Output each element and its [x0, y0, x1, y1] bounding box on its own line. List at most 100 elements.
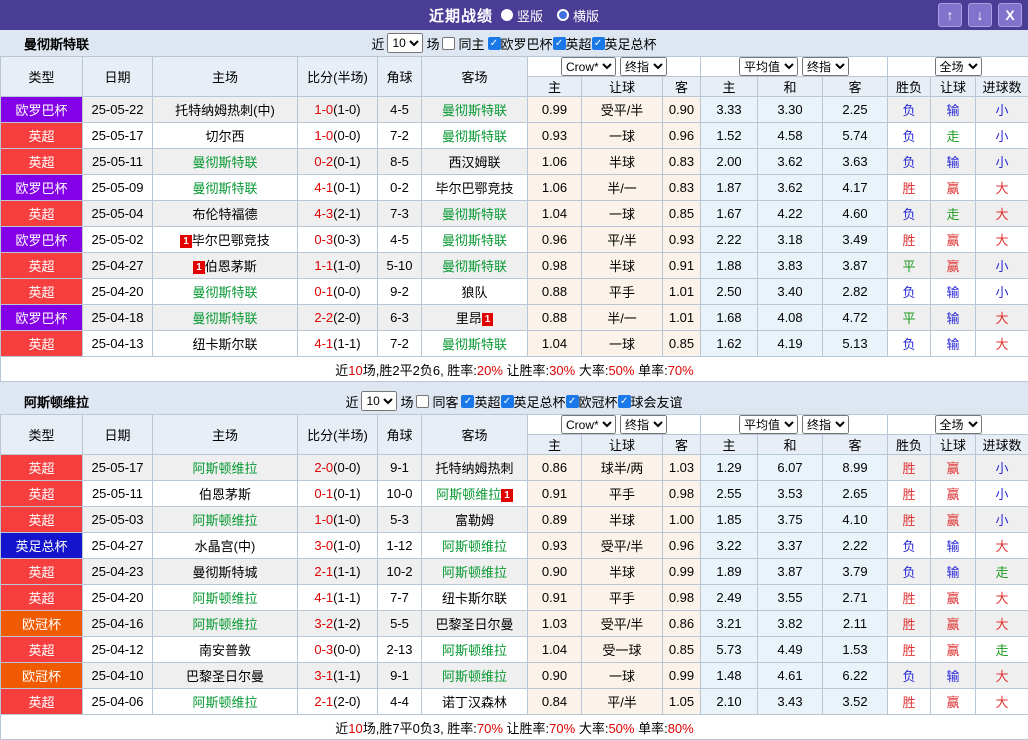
euro-odds-0: 2.49 — [701, 585, 758, 611]
match-date: 25-04-23 — [83, 559, 153, 585]
full-match-select[interactable]: 全场 — [935, 415, 982, 434]
final-odds-select-1[interactable]: 终指 — [620, 57, 667, 76]
odds-source-select[interactable]: Crow* — [561, 415, 616, 434]
handicap-odds-2: 0.83 — [663, 149, 701, 175]
summary-segment: 大率: — [575, 721, 608, 736]
result-1: 输 — [931, 559, 976, 585]
match-date: 25-04-16 — [83, 611, 153, 637]
handicap-odds-1: 球半/两 — [582, 455, 663, 481]
score-cell: 3-2(1-2) — [298, 611, 378, 637]
final-odds-select-2[interactable]: 终指 — [802, 57, 849, 76]
fulltime-score: 3-2 — [314, 616, 333, 631]
avg-odds-select[interactable]: 平均值 — [739, 415, 798, 434]
score-cell: 1-1(1-0) — [298, 253, 378, 279]
league-checkbox[interactable]: ✓ — [461, 395, 474, 408]
result-0: 平 — [888, 253, 931, 279]
league-checkbox[interactable]: ✓ — [566, 395, 579, 408]
euro-odds-1: 3.55 — [758, 585, 823, 611]
corner-count: 4-5 — [378, 227, 422, 253]
team-cell: 巴黎圣日尔曼 — [422, 611, 528, 637]
final-odds-select-2[interactable]: 终指 — [802, 415, 849, 434]
match-count-select[interactable]: 10 — [361, 391, 397, 411]
summary-segment: 50% — [608, 363, 634, 378]
scroll-up-button[interactable]: ↑ — [938, 3, 962, 27]
close-button[interactable]: X — [998, 3, 1022, 27]
page-title: 近期战绩 — [429, 5, 493, 26]
final-odds-select-1[interactable]: 终指 — [620, 415, 667, 434]
corner-count: 10-0 — [378, 481, 422, 507]
results-table: 类型日期主场比分(半场)角球客场Crow*终指平均值终指全场主让球客主和客胜负让… — [0, 56, 1028, 382]
radio-horizontal-label: 横版 — [573, 6, 599, 25]
same-venue-checkbox[interactable] — [416, 395, 429, 408]
euro-odds-2: 4.72 — [823, 305, 888, 331]
score-cell: 0-1(0-0) — [298, 279, 378, 305]
result-2: 小 — [976, 279, 1028, 305]
near-label: 近 — [371, 34, 384, 53]
handicap-odds-2: 0.85 — [663, 331, 701, 357]
results-table: 类型日期主场比分(半场)角球客场Crow*终指平均值终指全场主让球客主和客胜负让… — [0, 414, 1028, 740]
euro-odds-1: 3.30 — [758, 97, 823, 123]
result-1: 赢 — [931, 689, 976, 715]
handicap-odds-2: 0.86 — [663, 611, 701, 637]
team-cell: 曼彻斯特联 — [422, 123, 528, 149]
league-badge: 英超 — [1, 559, 83, 585]
radio-unselected-icon — [557, 9, 569, 21]
result-1: 走 — [931, 201, 976, 227]
league-badge: 英超 — [1, 253, 83, 279]
header-row-top: 类型日期主场比分(半场)角球客场Crow*终指平均值终指全场 — [1, 57, 1028, 77]
euro-odds-2: 8.99 — [823, 455, 888, 481]
team-cell: 1伯恩茅斯 — [153, 253, 298, 279]
team-cell: 阿斯顿维拉 — [153, 455, 298, 481]
team-label: 曼彻斯特联 — [192, 155, 257, 170]
corner-count: 2-13 — [378, 637, 422, 663]
league-badge: 英超 — [1, 585, 83, 611]
summary-segment: 10 — [348, 363, 362, 378]
sub-header-2: 客 — [663, 77, 701, 97]
full-match-select[interactable]: 全场 — [935, 57, 982, 76]
column-header-5: 客场 — [422, 415, 528, 455]
same-venue-label: 同主 — [458, 34, 484, 53]
result-2: 大 — [976, 663, 1028, 689]
league-checkbox[interactable]: ✓ — [618, 395, 631, 408]
summary-text: 近10场,胜2平2负6, 胜率:20% 让胜率:30% 大率:50% 单率:70… — [1, 357, 1028, 382]
score-cell: 0-3(0-3) — [298, 227, 378, 253]
summary-segment: 让胜率: — [503, 363, 549, 378]
fulltime-score: 1-0 — [314, 102, 333, 117]
scroll-down-button[interactable]: ↓ — [968, 3, 992, 27]
league-checkbox[interactable]: ✓ — [553, 37, 566, 50]
league-checkbox-label: 英超 — [566, 34, 592, 53]
league-badge: 英超 — [1, 331, 83, 357]
odds-source-select[interactable]: Crow* — [561, 57, 616, 76]
halftime-score: (0-0) — [333, 128, 360, 143]
result-1: 输 — [931, 279, 976, 305]
team-cell: 水晶宫(中) — [153, 533, 298, 559]
handicap-odds-1: 半球 — [582, 149, 663, 175]
result-1: 赢 — [931, 637, 976, 663]
corner-count: 7-2 — [378, 123, 422, 149]
fulltime-score: 4-3 — [314, 206, 333, 221]
same-venue-checkbox[interactable] — [442, 37, 455, 50]
euro-odds-0: 1.89 — [701, 559, 758, 585]
summary-segment: 场,胜7平0负3, 胜率: — [363, 721, 477, 736]
match-date: 25-04-13 — [83, 331, 153, 357]
radio-vertical-layout[interactable]: 竖版 — [501, 6, 543, 25]
team-label: 曼彻斯特联 — [192, 285, 257, 300]
radio-horizontal-layout[interactable]: 横版 — [557, 6, 599, 25]
team-cell: 伯恩茅斯 — [153, 481, 298, 507]
team-label: 曼彻斯特联 — [442, 337, 507, 352]
euro-odds-0: 2.10 — [701, 689, 758, 715]
team-label: 西汉姆联 — [448, 155, 500, 170]
corner-count: 9-1 — [378, 663, 422, 689]
summary-segment: 70% — [549, 721, 575, 736]
league-checkbox[interactable]: ✓ — [488, 37, 501, 50]
result-0: 负 — [888, 559, 931, 585]
avg-odds-select[interactable]: 平均值 — [739, 57, 798, 76]
league-checkbox[interactable]: ✓ — [501, 395, 514, 408]
fulltime-score: 2-0 — [314, 460, 333, 475]
handicap-odds-0: 1.04 — [528, 637, 582, 663]
league-checkbox[interactable]: ✓ — [592, 37, 605, 50]
match-count-select[interactable]: 10 — [387, 33, 423, 53]
team-label: 富勒姆 — [455, 513, 494, 528]
score-cell: 2-1(1-1) — [298, 559, 378, 585]
match-date: 25-04-18 — [83, 305, 153, 331]
